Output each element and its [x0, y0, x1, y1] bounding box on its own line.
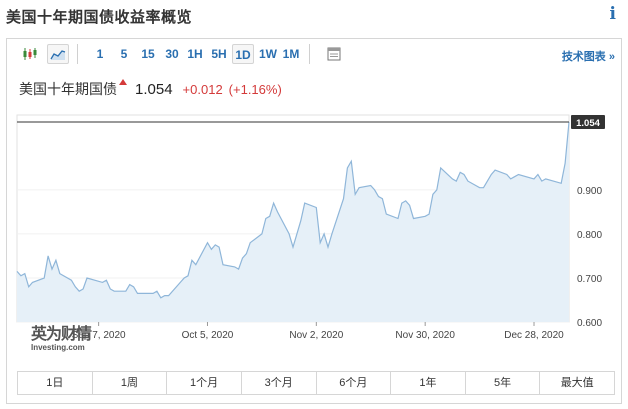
watermark-cn: 英为财情: [31, 326, 92, 343]
chart-widget: 1 5 15 30 1H 5H 1D 1W 1M 技术图表 » 美国十年期国债 …: [6, 38, 622, 404]
range-1m[interactable]: 1个月: [167, 372, 242, 394]
range-1w[interactable]: 1周: [92, 372, 168, 394]
x-tick-label: Dec 28, 2020: [504, 330, 564, 341]
x-tick-label: Nov 2, 2020: [289, 330, 343, 341]
last-price-label: 1.054: [576, 118, 600, 129]
watermark-logo: 英为财情 Investing.com: [31, 326, 92, 353]
range-1y[interactable]: 1年: [391, 372, 466, 394]
page-title: 美国十年期国债收益率概览: [6, 9, 193, 26]
range-3m[interactable]: 3个月: [241, 372, 317, 394]
y-tick-label: 0.600: [577, 318, 602, 329]
x-tick-label: Nov 30, 2020: [395, 330, 455, 341]
info-icon[interactable]: i: [610, 4, 616, 24]
range-1d[interactable]: 1日: [18, 372, 93, 394]
range-5y[interactable]: 5年: [465, 372, 541, 394]
x-tick-label: Oct 5, 2020: [182, 330, 234, 341]
watermark-en: Investing.com: [31, 343, 85, 352]
y-tick-label: 0.900: [577, 186, 602, 197]
range-selector: 1日 1周 1个月 3个月 6个月 1年 5年 最大值: [17, 371, 615, 395]
range-max[interactable]: 最大值: [540, 372, 614, 394]
y-tick-label: 0.800: [577, 230, 602, 241]
price-chart[interactable]: 0.6000.7000.8000.9001.054Sep 7, 2020 Oct …: [7, 39, 621, 369]
page-header: 美国十年期国债收益率概览 i: [0, 0, 628, 30]
range-6m[interactable]: 6个月: [316, 372, 392, 394]
y-tick-label: 0.700: [577, 274, 602, 285]
